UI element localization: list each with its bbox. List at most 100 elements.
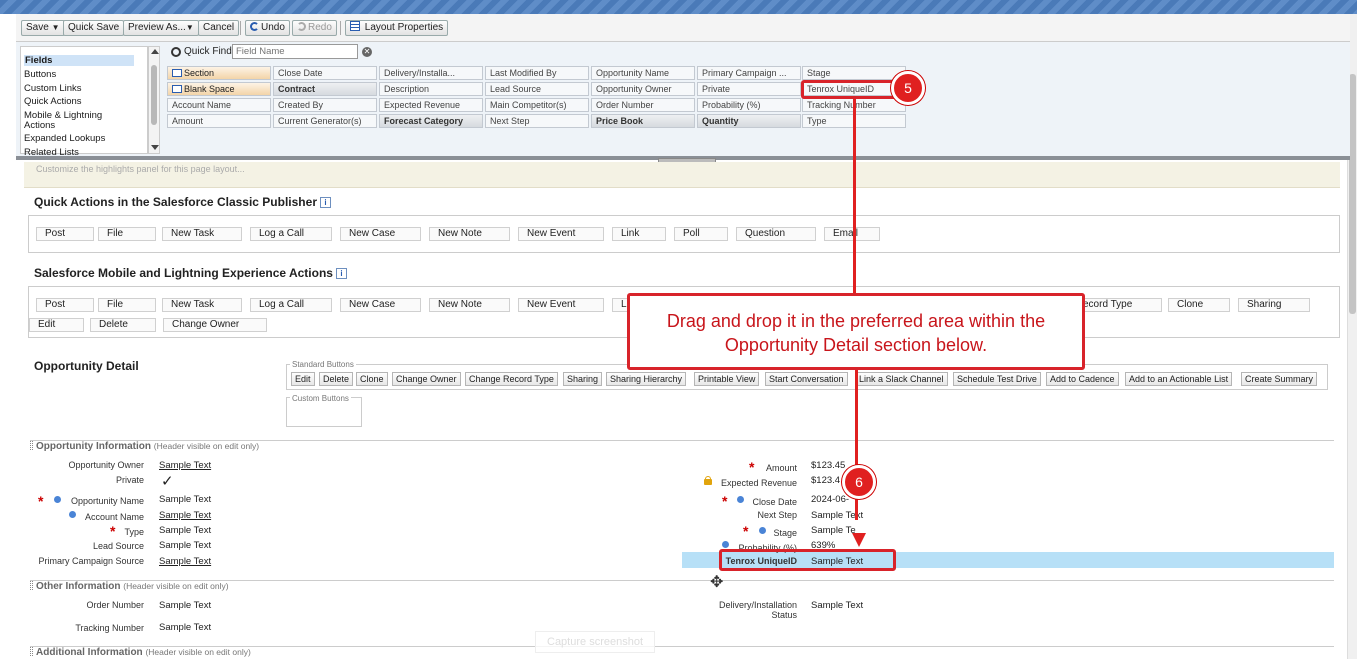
action-email[interactable]: Email	[824, 227, 880, 241]
action-new-event[interactable]: New Event	[518, 227, 604, 241]
capture-screenshot-button[interactable]: Capture screenshot	[535, 631, 655, 653]
palette-field-blank-space[interactable]: Blank Space	[167, 82, 271, 96]
field-value-amount[interactable]: $123.45	[811, 460, 845, 471]
standard-button-printable-view[interactable]: Printable View	[694, 372, 760, 386]
palette-field-expected-revenue[interactable]: Expected Revenue	[379, 98, 483, 112]
opportunity-information-section[interactable]: Opportunity Information (Header visible …	[30, 440, 1334, 454]
action-poll[interactable]: Poll	[674, 227, 728, 241]
standard-button-change-record-type[interactable]: Change Record Type	[465, 372, 558, 386]
drag-handle-icon[interactable]	[30, 581, 33, 590]
action-log-a-call[interactable]: Log a Call	[250, 298, 332, 312]
action-clone[interactable]: Clone	[1168, 298, 1230, 312]
standard-button-change-owner[interactable]: Change Owner	[392, 372, 461, 386]
palette-field-probability[interactable]: Probability (%)	[697, 98, 801, 112]
scroll-down-icon[interactable]	[151, 145, 159, 150]
save-button[interactable]: Save ▼	[21, 20, 65, 36]
scroll-up-icon[interactable]	[151, 49, 159, 54]
quick-find-input[interactable]	[232, 44, 358, 59]
field-value-opportunity-owner[interactable]: Sample Text	[159, 460, 211, 471]
action-question[interactable]: Question	[736, 227, 816, 241]
action-new-case[interactable]: New Case	[340, 298, 421, 312]
action-delete[interactable]: Delete	[90, 318, 156, 332]
category-scrollbar[interactable]	[148, 46, 160, 154]
field-value-delivery-installation-status[interactable]: Sample Text	[811, 600, 863, 611]
drag-handle-icon[interactable]	[30, 647, 33, 656]
palette-field-opportunity-owner[interactable]: Opportunity Owner	[591, 82, 695, 96]
palette-field-contract[interactable]: Contract	[273, 82, 377, 96]
palette-field-last-modified-by[interactable]: Last Modified By	[485, 66, 589, 80]
palette-field-opportunity-name[interactable]: Opportunity Name	[591, 66, 695, 80]
action-new-task[interactable]: New Task	[162, 227, 242, 241]
action-change-owner[interactable]: Change Owner	[163, 318, 267, 332]
action-post[interactable]: Post	[36, 227, 94, 241]
standard-button-add-to-an-actionable-list[interactable]: Add to an Actionable List	[1125, 372, 1233, 386]
field-value-tracking-number[interactable]: Sample Text	[159, 622, 211, 633]
action-new-task[interactable]: New Task	[162, 298, 242, 312]
palette-field-lead-source[interactable]: Lead Source	[485, 82, 589, 96]
standard-button-create-summary[interactable]: Create Summary	[1241, 372, 1318, 386]
action-log-a-call[interactable]: Log a Call	[250, 227, 332, 241]
category-scroll-thumb[interactable]	[151, 65, 157, 125]
palette-field-section[interactable]: Section	[167, 66, 271, 80]
palette-field-amount[interactable]: Amount	[167, 114, 271, 128]
standard-button-link-a-slack-channel[interactable]: Link a Slack Channel	[855, 372, 948, 386]
info-icon[interactable]: i	[335, 268, 347, 279]
save-dropdown-icon[interactable]: ▼	[52, 23, 60, 32]
action-new-event[interactable]: New Event	[518, 298, 604, 312]
palette-field-private[interactable]: Private	[697, 82, 801, 96]
palette-field-delivery-installa[interactable]: Delivery/Installa...	[379, 66, 483, 80]
palette-field-main-competitor-s[interactable]: Main Competitor(s)	[485, 98, 589, 112]
standard-button-edit[interactable]: Edit	[291, 372, 315, 386]
field-value-primary-campaign-source[interactable]: Sample Text	[159, 556, 211, 567]
palette-field-forecast-category[interactable]: Forecast Category	[379, 114, 483, 128]
action-new-case[interactable]: New Case	[340, 227, 421, 241]
field-value-expected-revenue[interactable]: $123.4	[811, 475, 840, 486]
palette-field-close-date[interactable]: Close Date	[273, 66, 377, 80]
field-value-opportunity-name[interactable]: Sample Text	[159, 494, 211, 505]
scrollbar-thumb[interactable]	[1349, 74, 1356, 314]
standard-button-sharing[interactable]: Sharing	[563, 372, 603, 386]
action-edit[interactable]: Edit	[29, 318, 84, 332]
standard-button-start-conversation[interactable]: Start Conversation	[765, 372, 848, 386]
drag-handle-icon[interactable]	[30, 441, 33, 450]
category-mobile-lightning-actions[interactable]: Actions	[24, 120, 55, 131]
category-expanded-lookups[interactable]: Expanded Lookups	[24, 133, 105, 144]
category-fields[interactable]: Fields	[24, 55, 134, 66]
palette-field-primary-campaign[interactable]: Primary Campaign ...	[697, 66, 801, 80]
action-ecord-type[interactable]: ecord Type	[1074, 298, 1162, 312]
palette-field-account-name[interactable]: Account Name	[167, 98, 271, 112]
palette-field-price-book[interactable]: Price Book	[591, 114, 695, 128]
standard-button-sharing-hierarchy[interactable]: Sharing Hierarchy	[606, 372, 687, 386]
field-value-close-date[interactable]: 2024-06-	[811, 494, 849, 505]
standard-button-schedule-test-drive[interactable]: Schedule Test Drive	[953, 372, 1041, 386]
field-value-lead-source[interactable]: Sample Text	[159, 540, 211, 551]
field-value-account-name[interactable]: Sample Text	[159, 510, 211, 521]
standard-button-add-to-cadence[interactable]: Add to Cadence	[1046, 372, 1119, 386]
field-value-order-number[interactable]: Sample Text	[159, 600, 211, 611]
palette-field-description[interactable]: Description	[379, 82, 483, 96]
action-post[interactable]: Post	[36, 298, 94, 312]
action-file[interactable]: File	[98, 298, 156, 312]
cancel-button[interactable]: Cancel	[198, 20, 240, 36]
palette-field-next-step[interactable]: Next Step	[485, 114, 589, 128]
preview-as-button[interactable]: Preview As...▼	[123, 20, 199, 36]
quick-save-button[interactable]: Quick Save	[63, 20, 125, 36]
action-link[interactable]: Link	[612, 227, 666, 241]
category-buttons[interactable]: Buttons	[24, 69, 56, 80]
palette-field-created-by[interactable]: Created By	[273, 98, 377, 112]
additional-information-section[interactable]: Additional Information (Header visible o…	[30, 646, 1334, 659]
undo-button[interactable]: Undo	[245, 20, 290, 36]
palette-field-quantity[interactable]: Quantity	[697, 114, 801, 128]
info-icon[interactable]: i	[319, 197, 331, 208]
redo-button[interactable]: Redo	[292, 20, 337, 36]
category-related-lists[interactable]: Related Lists	[24, 147, 79, 158]
field-value-type[interactable]: Sample Text	[159, 525, 211, 536]
clear-search-icon[interactable]: ✕	[362, 47, 372, 57]
standard-button-clone[interactable]: Clone	[356, 372, 388, 386]
palette-field-order-number[interactable]: Order Number	[591, 98, 695, 112]
standard-button-delete[interactable]: Delete	[319, 372, 354, 386]
palette-field-current-generator-s[interactable]: Current Generator(s)	[273, 114, 377, 128]
category-custom-links[interactable]: Custom Links	[24, 83, 82, 94]
layout-properties-button[interactable]: Layout Properties	[345, 20, 449, 36]
field-value-stage[interactable]: Sample Te	[811, 525, 856, 536]
